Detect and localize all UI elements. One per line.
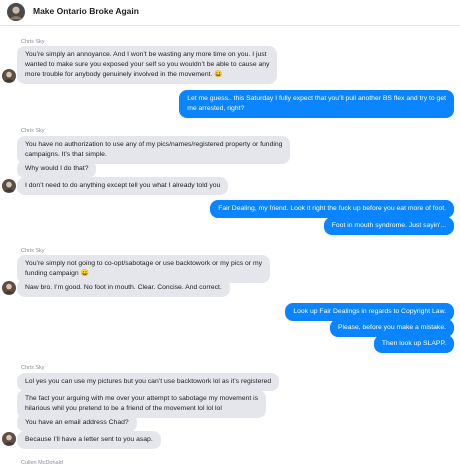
sender-avatar[interactable] [2,281,16,295]
incoming-message[interactable]: Lol yes you can use my pictures but you … [17,373,280,391]
sender-avatar[interactable] [2,432,16,446]
message-line: You have no authorization to use any of … [25,141,283,148]
message-text: You have an email address Chad? [25,419,129,426]
outgoing-message[interactable]: Foot in mouth syndrome. Just sayin'... [323,217,454,235]
incoming-message[interactable]: You have an email address Chad? [17,414,137,432]
outgoing-message[interactable]: Fair Dealing, my friend. Look it right t… [210,200,454,218]
message-line: You’re simply not going to co-opt/sabota… [25,260,262,267]
sender-name: Cullen McDonald [21,460,63,466]
incoming-message[interactable]: Why would I do that? [17,160,97,178]
message-line: You’re simply an annoyance. And I won’t … [25,51,267,58]
message-line: The fact your arguing with me over your … [25,395,259,402]
outgoing-message[interactable]: Then look up SLAPP. [373,335,454,353]
incoming-message[interactable]: Because I’ll have a letter sent to you a… [17,431,161,449]
conversation-title: Make Ontario Broke Again [33,6,139,16]
message-text: Why would I do that? [25,165,89,172]
message-text: Foot in mouth syndrome. Just sayin'... [331,222,446,229]
message-line: more trouble for anybody genuinely invol… [25,71,223,78]
message-line: campaigns. It’s that simple. [25,151,107,158]
message-text: Please, before you make a mistake. [337,324,446,331]
conversation-header: Make Ontario Broke Again [0,0,460,26]
incoming-message[interactable]: I don’t need to do anything except tell … [17,177,229,195]
message-text: Because I’ll have a letter sent to you a… [25,436,153,443]
message-text: I don’t need to do anything except tell … [25,182,221,189]
message-line: hilarious whil you pretend to be a frien… [25,405,222,412]
message-text: Look up Fair Dealings in regards to Copy… [293,308,446,315]
sender-avatar[interactable] [2,179,16,193]
group-avatar[interactable] [7,3,25,21]
sender-avatar[interactable] [2,69,16,83]
sender-name: Chris Sky [21,365,45,371]
incoming-message[interactable]: Naw bro. I’m good. No foot in mouth. Cle… [17,279,230,297]
message-text: Fair Dealing, my friend. Look it right t… [218,205,446,212]
outgoing-message[interactable]: Let me guess.. this Saturday I fully exp… [179,90,454,118]
sender-name: Chris Sky [21,39,45,45]
message-line: me arrested, right? [187,105,245,112]
sender-name: Chris Sky [21,248,45,254]
message-text: Naw bro. I’m good. No foot in mouth. Cle… [25,284,222,291]
message-line: funding campaign 😀 [25,270,90,277]
incoming-message[interactable]: You’re simply an annoyance. And I won’t … [17,46,278,84]
message-line: Let me guess.. this Saturday I fully exp… [187,95,446,102]
sender-name: Chris Sky [21,128,45,134]
message-text: Lol yes you can use my pictures but you … [25,378,272,385]
message-text: Then look up SLAPP. [381,340,446,347]
message-line: wanted to make sure you exposed your sel… [25,61,270,68]
